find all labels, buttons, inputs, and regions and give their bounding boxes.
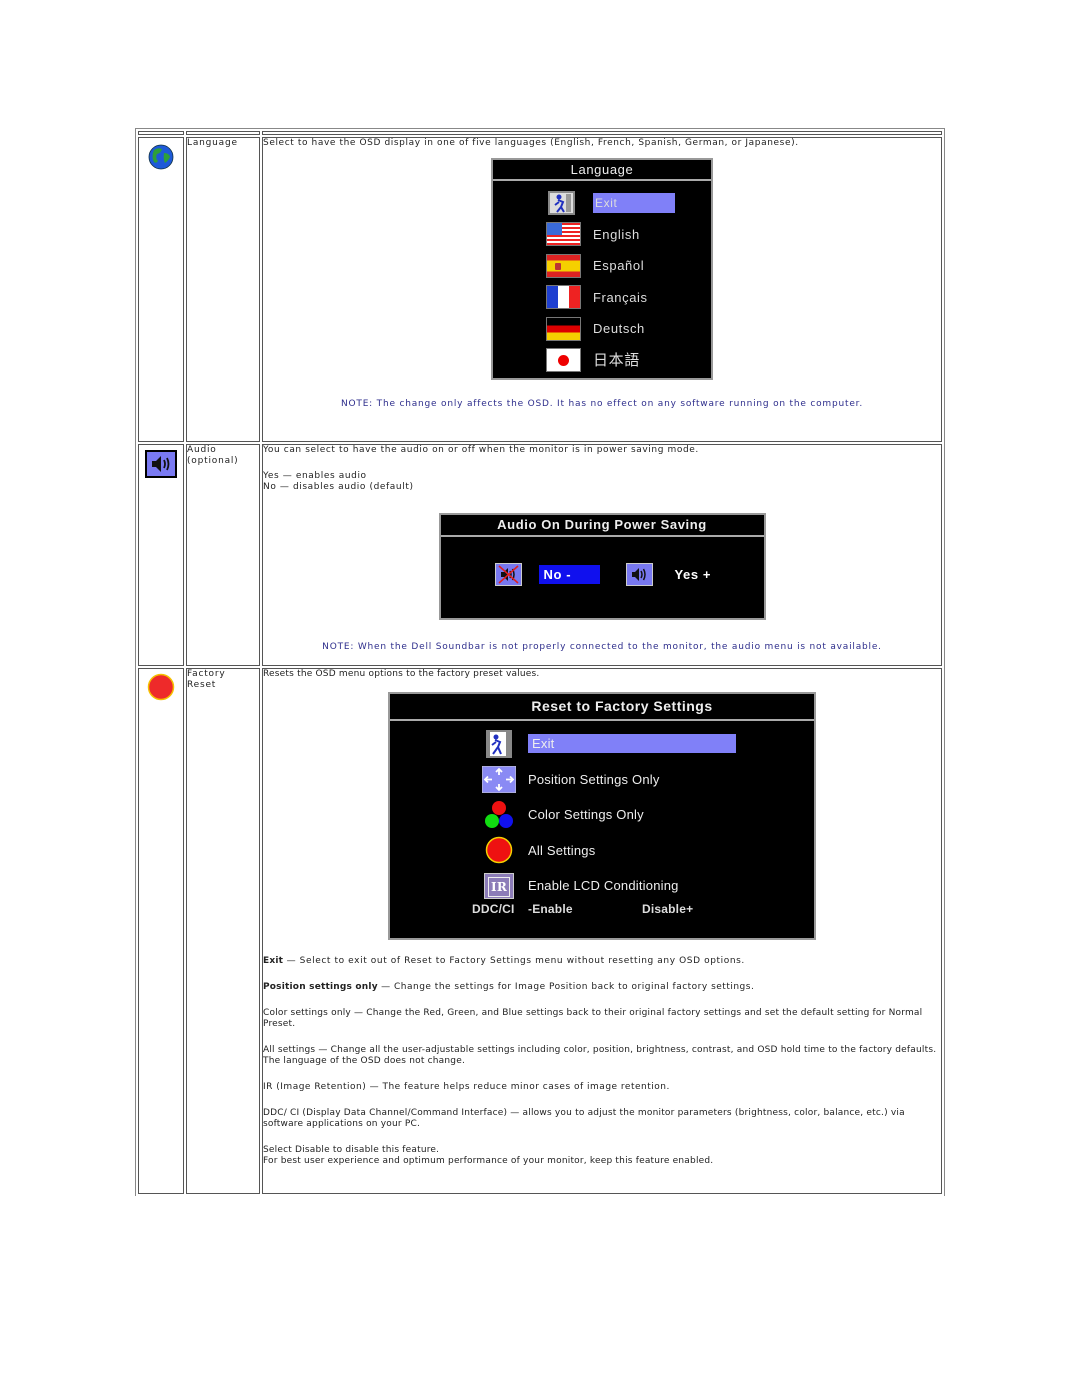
detail-all: All settings — Change all the user-adjus… <box>263 1045 937 1066</box>
osd-menu-table: Language Select to have the OSD display … <box>135 128 945 1196</box>
ddc-disable-option[interactable]: Disable+ <box>642 903 693 915</box>
osd-item-exit[interactable]: Exit <box>390 726 814 762</box>
osd-title: Language <box>493 160 711 181</box>
reset-osd-menu: Reset to Factory Settings Exit Position … <box>388 692 816 940</box>
osd-item-deutsch[interactable]: Deutsch <box>493 313 711 345</box>
flag-us-icon <box>546 222 581 247</box>
osd-reference-page: Language Select to have the OSD display … <box>135 128 945 1196</box>
osd-item-label: Deutsch <box>593 321 645 337</box>
row-label: Audio <box>187 445 217 455</box>
osd-item-all-settings[interactable]: All Settings <box>390 833 814 869</box>
table-row-language: Language Select to have the OSD display … <box>138 137 942 442</box>
language-osd-menu: Language Exit English Español Français D… <box>491 158 713 380</box>
osd-title: Reset to Factory Settings <box>390 694 814 721</box>
ddc-ci-label: DDC/CI <box>472 901 515 916</box>
detail-position: Position settings only — Change the sett… <box>263 982 755 992</box>
rgb-circles-icon <box>482 800 516 829</box>
osd-item-english[interactable]: English <box>493 219 711 251</box>
ir-icon: IR <box>482 872 516 900</box>
osd-item-label: Exit <box>528 734 736 754</box>
osd-item-position-settings[interactable]: Position Settings Only <box>390 762 814 798</box>
audio-osd-menu: Audio On During Power Saving No - Yes + <box>438 513 766 620</box>
osd-item-label: Color Settings Only <box>528 807 644 823</box>
osd-item-espanol[interactable]: Español <box>493 250 711 282</box>
table-row-factory-reset: Factory Reset Resets the OSD menu option… <box>138 668 942 1194</box>
ddc-ci-row: DDC/CI -Enable Disable+ <box>390 901 814 916</box>
detail-ddc: DDC/ CI (Display Data Channel/Command In… <box>263 1108 905 1129</box>
osd-item-label: 日本語 <box>593 351 640 369</box>
osd-item-lcd-conditioning[interactable]: IR Enable LCD Conditioning <box>390 868 814 904</box>
osd-item-label: Exit <box>593 192 675 213</box>
position-arrows-icon <box>482 765 516 793</box>
osd-item-francais[interactable]: Français <box>493 282 711 314</box>
flag-fr-icon <box>546 285 581 310</box>
row-label-sub: Reset <box>187 680 217 690</box>
table-row-audio: Audio (optional) You can select to have … <box>138 444 942 666</box>
note-text: NOTE: When the Dell Soundbar is not prop… <box>322 642 882 652</box>
speaker-icon <box>144 449 178 483</box>
flag-de-icon <box>546 316 581 341</box>
speaker-on-icon <box>625 563 653 586</box>
row-label-sub: (optional) <box>187 456 239 466</box>
detail-color: Color settings only — Change the Red, Gr… <box>263 1008 923 1029</box>
osd-item-color-settings[interactable]: Color Settings Only <box>390 797 814 833</box>
osd-item-label: Français <box>593 289 648 305</box>
osd-title: Audio On During Power Saving <box>440 515 764 537</box>
osd-item-exit[interactable]: Exit <box>493 187 711 219</box>
row-label: Language <box>186 137 260 442</box>
row-description: Resets the OSD menu options to the facto… <box>263 669 540 679</box>
option-yes-text: Yes — enables audio <box>263 471 367 481</box>
detail-exit: Exit — Select to exit out of Reset to Fa… <box>263 956 745 966</box>
red-circle-icon <box>147 673 175 705</box>
flag-es-icon <box>546 253 581 278</box>
osd-item-label: Position Settings Only <box>528 771 660 787</box>
detail-ir: IR (Image Retention) — The feature helps… <box>263 1082 670 1092</box>
detail-disable: Select Disable to disable this feature. <box>263 1145 440 1155</box>
row-description: Select to have the OSD display in one of… <box>263 138 799 148</box>
detail-enable: For best user experience and optimum per… <box>263 1156 714 1166</box>
osd-item-label: All Settings <box>528 842 596 858</box>
option-no-text: No — disables audio (default) <box>263 482 414 492</box>
osd-item-label: English <box>593 226 640 242</box>
ddc-enable-option[interactable]: -Enable <box>528 903 642 915</box>
speaker-muted-icon <box>494 563 522 586</box>
audio-no-option[interactable]: No - <box>538 565 600 584</box>
osd-item-japanese[interactable]: 日本語 <box>493 345 711 377</box>
row-description: You can select to have the audio on or o… <box>263 445 699 455</box>
osd-item-label: Enable LCD Conditioning <box>528 878 679 894</box>
osd-item-label: Español <box>593 258 645 274</box>
exit-icon <box>548 190 575 215</box>
red-circle-icon <box>482 836 516 864</box>
exit-icon <box>482 729 516 758</box>
ir-icon-text: IR <box>488 876 510 897</box>
globe-icon <box>148 144 174 174</box>
audio-yes-option[interactable]: Yes + <box>675 568 712 581</box>
row-label: Factory <box>187 669 226 679</box>
flag-jp-icon <box>546 348 581 373</box>
note-text: NOTE: The change only affects the OSD. I… <box>340 399 864 409</box>
